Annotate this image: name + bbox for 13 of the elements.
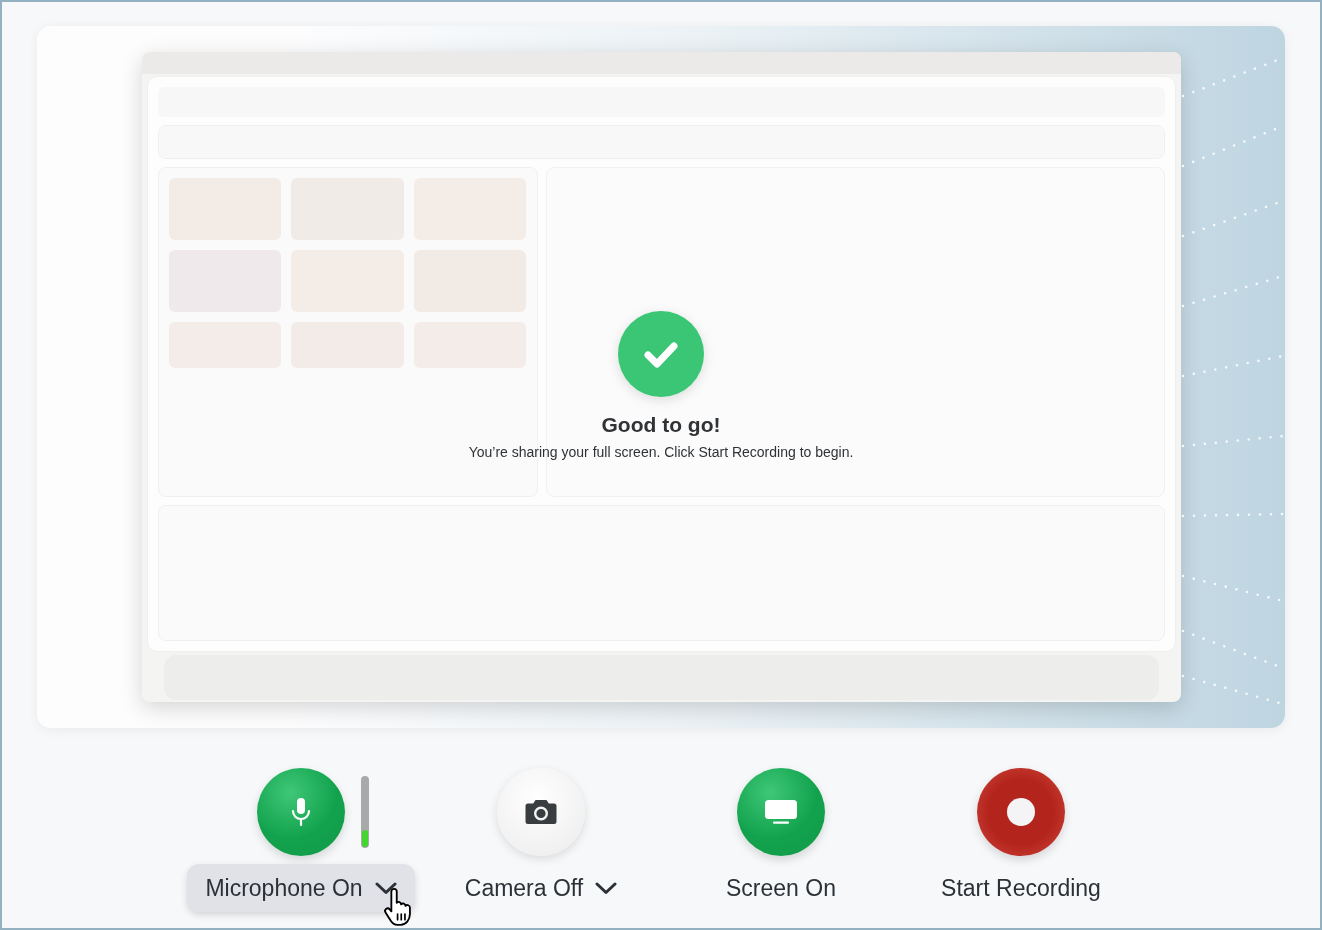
microphone-button[interactable] — [257, 768, 345, 856]
monitor-icon — [765, 800, 797, 824]
button-label: Start Recording — [941, 874, 1101, 903]
record-button[interactable] — [977, 768, 1065, 856]
overlay-message: You’re sharing your full screen. Click Start Recording to begin. — [468, 443, 854, 461]
camera-icon — [525, 799, 557, 825]
screen-button[interactable] — [737, 768, 825, 856]
success-check-icon — [618, 311, 704, 397]
camera-menu-button[interactable]: Camera Off — [446, 864, 636, 912]
overlay-title: Good to go! — [601, 412, 721, 438]
button-label: Screen On — [726, 874, 836, 903]
microphone-icon — [289, 796, 313, 828]
microphone-menu-button[interactable]: Microphone On — [187, 864, 415, 912]
